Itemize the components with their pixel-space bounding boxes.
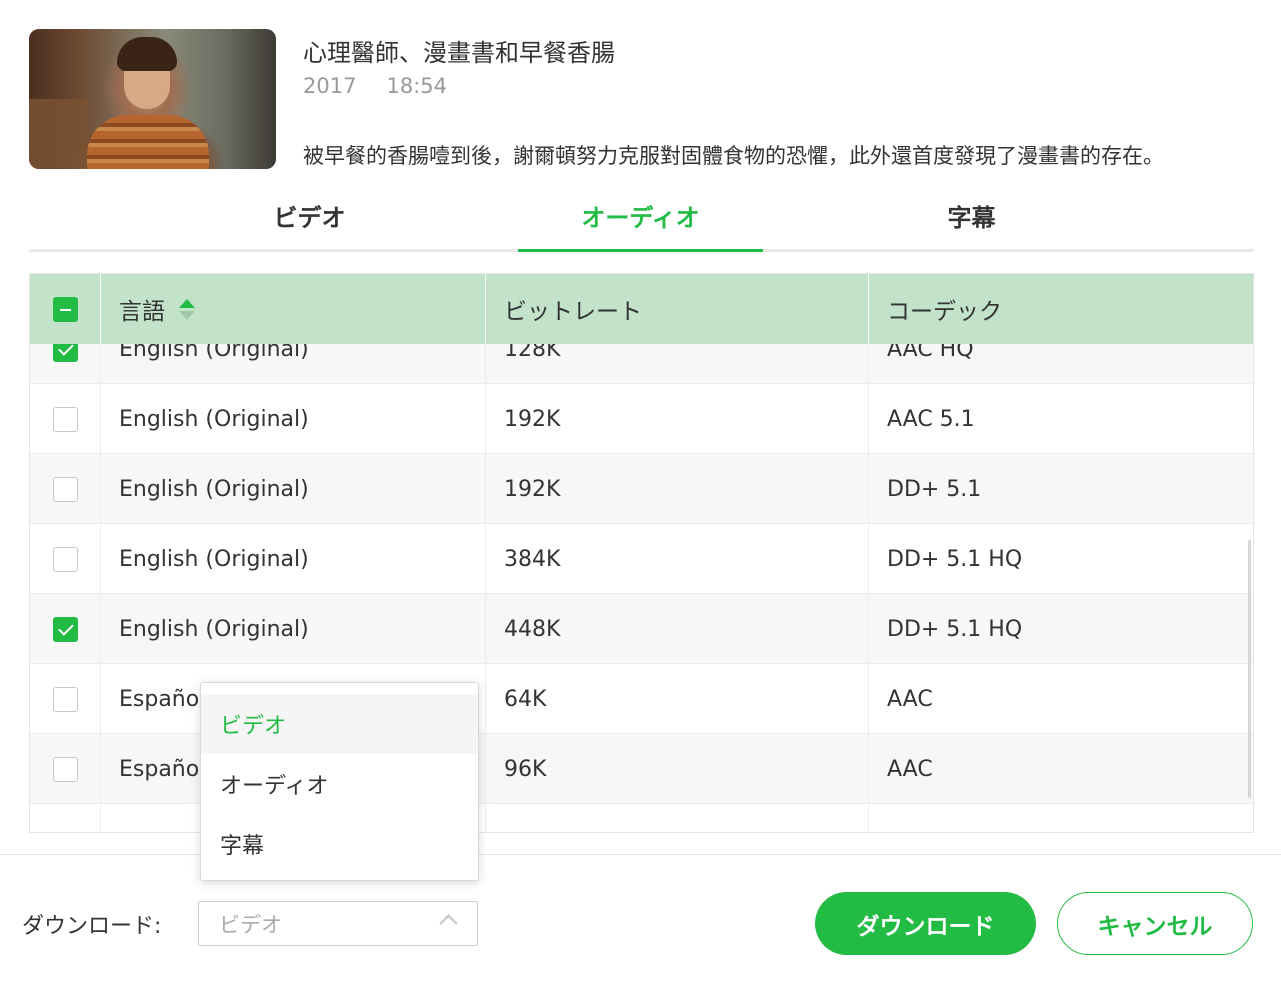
- tab-audio[interactable]: オーディオ: [518, 192, 763, 252]
- table-row[interactable]: English (Original) 192K AAC 5.1: [30, 384, 1253, 454]
- column-header-language[interactable]: 言語: [101, 274, 486, 344]
- episode-title: 心理醫師、漫畫書和早餐香腸: [303, 39, 615, 67]
- thumbnail-hair: [117, 37, 177, 71]
- cell-bitrate: 192K: [486, 454, 869, 524]
- cell-bitrate: 384K: [486, 524, 869, 594]
- cell-bitrate: 192K: [486, 384, 869, 454]
- episode-meta: 2017 18:54: [303, 74, 447, 98]
- column-header-bitrate[interactable]: ビットレート: [486, 274, 869, 344]
- footer-divider: [0, 854, 1281, 855]
- row-checkbox[interactable]: [52, 546, 78, 572]
- cell-language: English (Original): [101, 454, 486, 524]
- dropdown-option-subtitles[interactable]: 字幕: [201, 814, 478, 874]
- thumbnail-shirt: [87, 115, 209, 169]
- row-checkbox[interactable]: [52, 476, 78, 502]
- cell-language: English (Original): [101, 384, 486, 454]
- row-checkbox[interactable]: [52, 686, 78, 712]
- episode-thumbnail: [29, 29, 276, 169]
- cell-bitrate: 96K: [486, 734, 869, 804]
- cell-bitrate: 64K: [486, 664, 869, 734]
- cell-bitrate: [486, 804, 869, 832]
- cell-codec: AAC: [887, 686, 933, 712]
- thumbnail-chair: [29, 99, 89, 169]
- row-checkbox[interactable]: [52, 756, 78, 782]
- cell-codec: DD+ 5.1: [887, 476, 982, 502]
- row-checkbox[interactable]: [52, 406, 78, 432]
- cell-codec: AAC 5.1: [887, 406, 975, 432]
- cell-codec: DD+ 5.1 HQ: [887, 546, 1023, 572]
- episode-year: 2017: [303, 74, 357, 98]
- cell-language: English (Original): [101, 594, 486, 664]
- table-row[interactable]: English (Original) 448K DD+ 5.1 HQ: [30, 594, 1253, 664]
- download-type-select[interactable]: ビデオ: [198, 901, 478, 946]
- episode-description: 被早餐的香腸噎到後，謝爾頓努力克服對固體食物的恐懼，此外還首度發現了漫畫書的存在…: [303, 144, 1164, 168]
- select-all-checkbox[interactable]: [52, 296, 78, 322]
- cell-language: English (Original): [101, 524, 486, 594]
- column-header-codec[interactable]: コーデック: [869, 274, 1253, 344]
- cell-codec: DD+ 5.1 HQ: [887, 616, 1023, 642]
- table-header: 言語 ビットレート コーデック: [30, 274, 1253, 344]
- tab-video[interactable]: ビデオ: [187, 192, 432, 249]
- row-checkbox[interactable]: [52, 616, 78, 642]
- tab-subtitles[interactable]: 字幕: [849, 192, 1094, 249]
- dropdown-option-audio[interactable]: オーディオ: [201, 754, 478, 814]
- download-button[interactable]: ダウンロード: [815, 892, 1036, 955]
- table-row[interactable]: English (Original) 192K DD+ 5.1: [30, 454, 1253, 524]
- episode-duration: 18:54: [386, 74, 447, 98]
- cell-codec: [869, 804, 1253, 832]
- table-row[interactable]: English (Original) 384K DD+ 5.1 HQ: [30, 524, 1253, 594]
- cell-bitrate: 448K: [486, 594, 869, 664]
- table-scrollbar[interactable]: [1248, 540, 1251, 798]
- chevron-up-icon: [439, 914, 458, 933]
- track-tabs: ビデオ オーディオ 字幕: [29, 192, 1254, 252]
- download-type-label: ダウンロード:: [22, 914, 162, 939]
- cell-codec: AAC: [887, 756, 933, 782]
- download-type-value: ビデオ: [219, 912, 282, 937]
- cancel-button[interactable]: キャンセル: [1057, 892, 1253, 955]
- dropdown-option-video[interactable]: ビデオ: [201, 694, 478, 754]
- column-language-label: 言語: [119, 299, 165, 325]
- sort-ascending-icon[interactable]: [179, 297, 195, 321]
- download-type-dropdown: ビデオ オーディオ 字幕: [200, 682, 479, 881]
